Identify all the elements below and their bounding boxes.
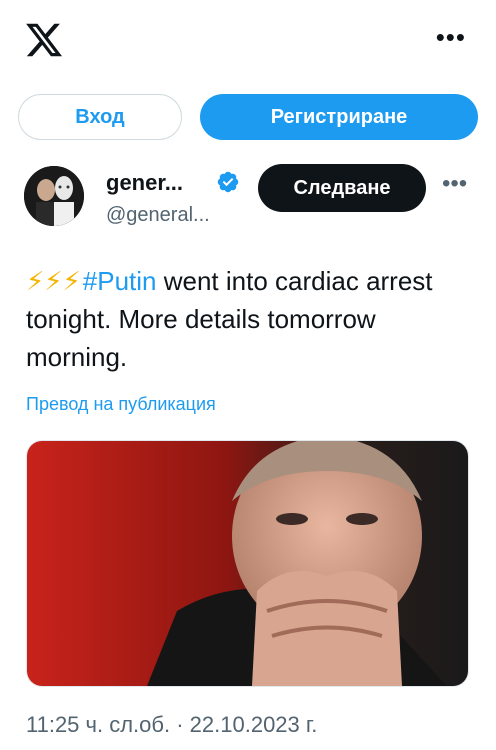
hashtag-link[interactable]: #Putin xyxy=(83,266,157,296)
auth-buttons: Вход Регистриране xyxy=(18,94,478,144)
lightning-emoji: ⚡⚡⚡ xyxy=(26,266,81,296)
x-logo-icon[interactable] xyxy=(24,20,64,60)
top-bar: ••• xyxy=(0,0,496,80)
translate-link[interactable]: Превод на публикация xyxy=(26,394,216,415)
signup-button[interactable]: Регистриране xyxy=(200,94,478,140)
author-row: gener... @general... Следване ••• xyxy=(24,160,476,240)
tweet-image[interactable] xyxy=(26,440,469,687)
more-options-icon[interactable]: ••• xyxy=(436,24,466,50)
tweet-text: ⚡⚡⚡#Putin went into cardiac arrest tonig… xyxy=(26,262,466,376)
login-button[interactable]: Вход xyxy=(18,94,182,140)
verified-badge-icon xyxy=(217,171,239,193)
more-options-icon[interactable]: ••• xyxy=(442,170,467,198)
author-name[interactable]: gener... xyxy=(106,170,183,196)
follow-button[interactable]: Следване xyxy=(258,164,426,212)
timestamp[interactable]: 11:25 ч. сл.об. · 22.10.2023 г. xyxy=(26,712,317,738)
author-handle[interactable]: @general... xyxy=(106,204,210,227)
avatar[interactable] xyxy=(24,166,84,226)
